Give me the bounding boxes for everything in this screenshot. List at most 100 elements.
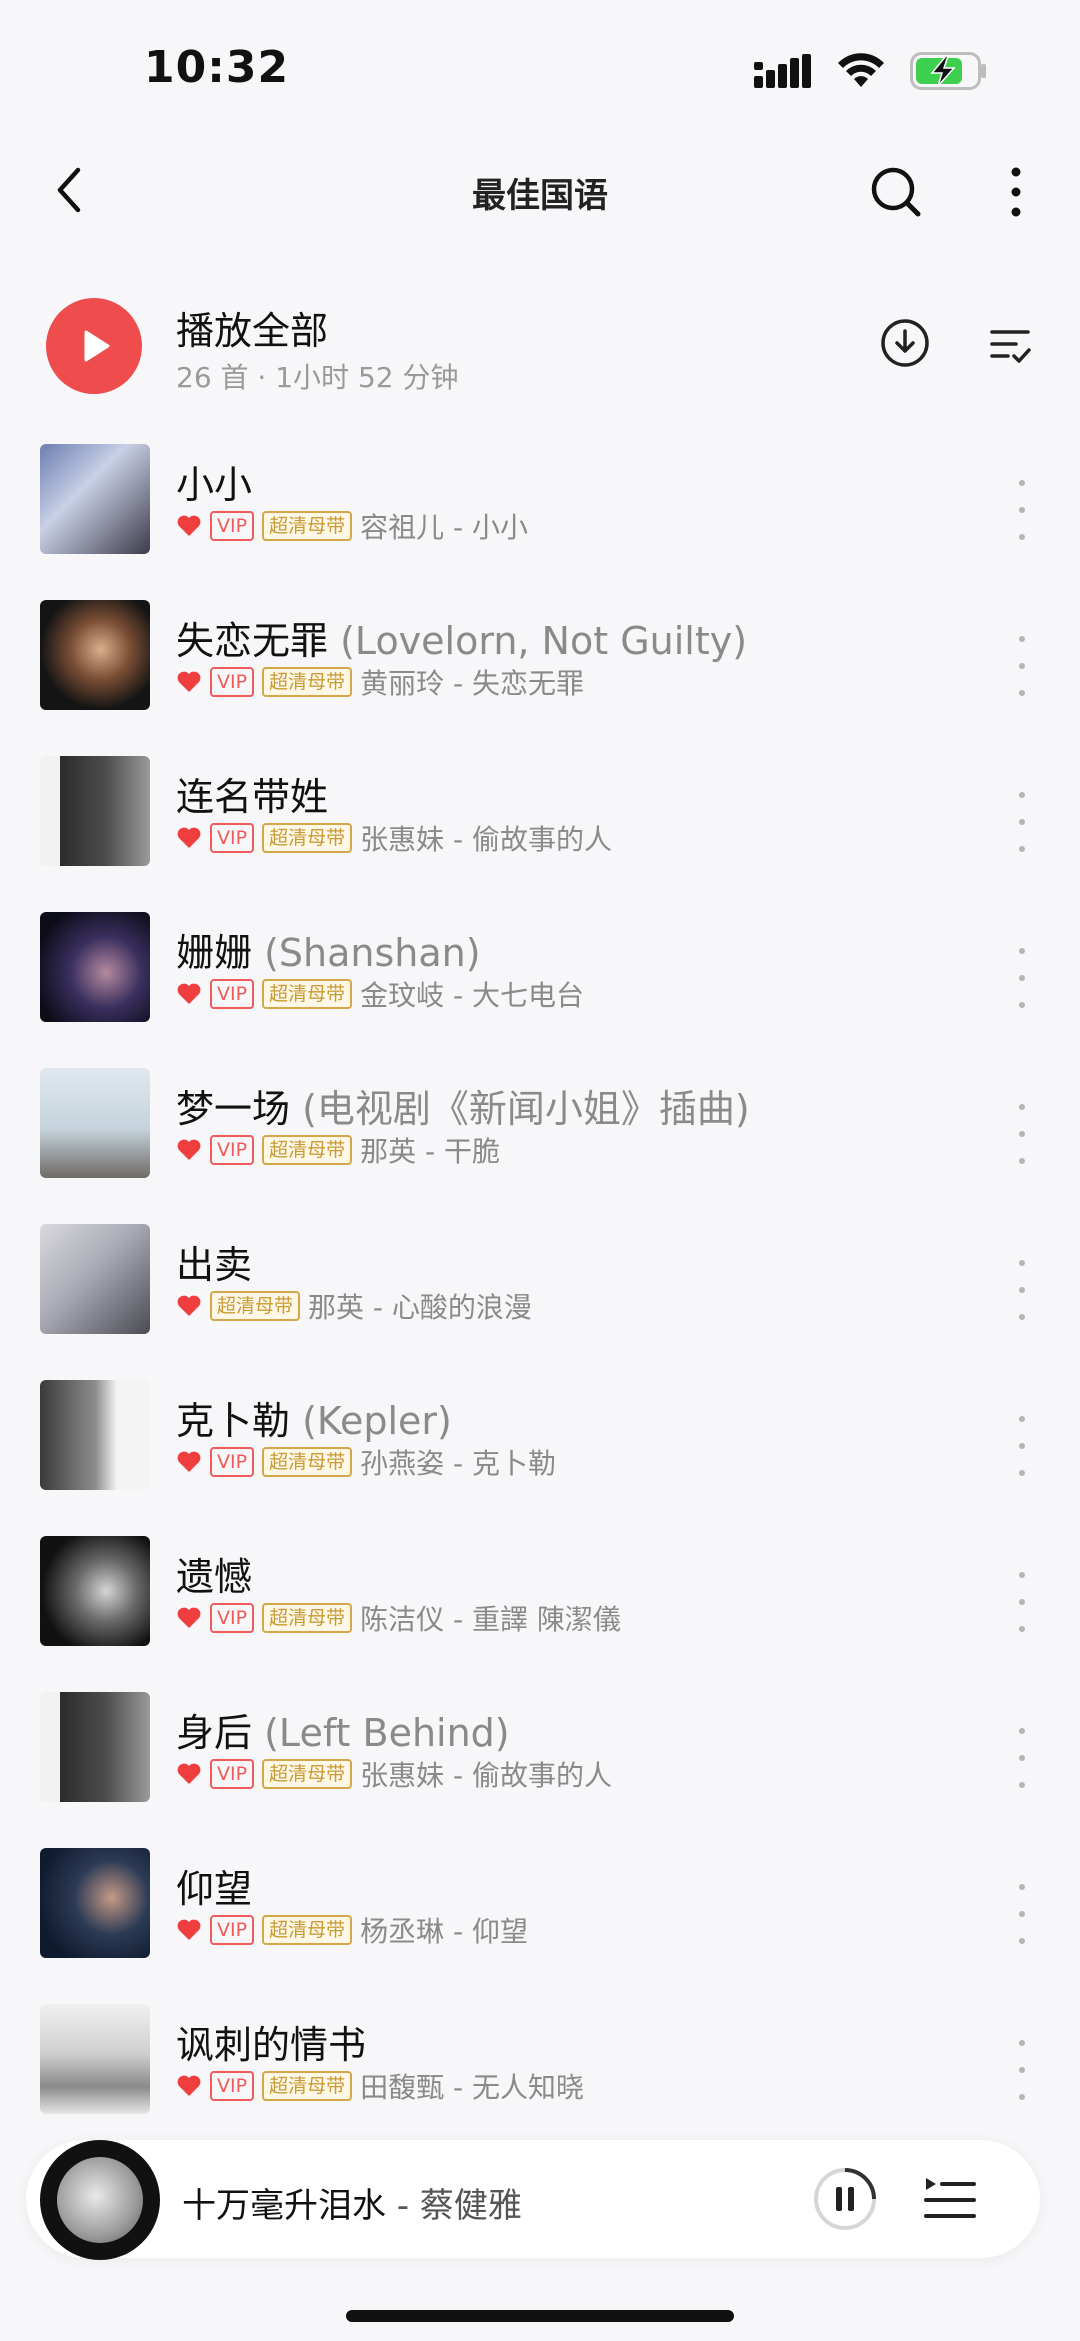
heart-icon[interactable] xyxy=(176,1917,202,1943)
battery-charging-icon xyxy=(910,52,986,90)
album-cover xyxy=(40,444,150,554)
vip-badge: VIP xyxy=(210,979,255,1009)
vip-badge: VIP xyxy=(210,823,255,853)
vip-badge: VIP xyxy=(210,1135,255,1165)
song-meta: VIP 超清母带 黄丽玲 - 失恋无罪 xyxy=(176,666,584,700)
album-cover xyxy=(40,1068,150,1178)
song-row[interactable]: 出卖 超清母带 那英 - 心酸的浪漫 xyxy=(0,1216,1080,1372)
song-meta: VIP 超清母带 孙燕姿 - 克卜勒 xyxy=(176,1446,556,1480)
song-title: 仰望 xyxy=(176,1867,253,1911)
more-options-button[interactable] xyxy=(996,160,1036,224)
album-cover xyxy=(40,1692,150,1802)
album-cover xyxy=(40,600,150,710)
song-title: 姗姗 (Shanshan) xyxy=(176,931,481,975)
home-indicator xyxy=(346,2310,734,2322)
song-list: 小小 VIP 超清母带 容祖儿 - 小小 失恋无罪 (Lovelorn, Not… xyxy=(0,436,1080,2152)
heart-icon[interactable] xyxy=(176,981,202,1007)
song-row[interactable]: 身后 (Left Behind) VIP 超清母带 张惠妹 - 偷故事的人 xyxy=(0,1684,1080,1840)
vip-badge: VIP xyxy=(210,1915,255,1945)
now-playing-disc[interactable] xyxy=(40,2140,160,2260)
song-title: 克卜勒 (Kepler) xyxy=(176,1399,452,1443)
song-title: 失恋无罪 (Lovelorn, Not Guilty) xyxy=(176,619,748,663)
song-more-button[interactable] xyxy=(1010,792,1034,852)
song-meta: VIP 超清母带 容祖儿 - 小小 xyxy=(176,510,528,544)
playlist-queue-button[interactable] xyxy=(922,2170,978,2226)
album-cover xyxy=(40,2004,150,2114)
song-row[interactable]: 梦一场 (电视剧《新闻小姐》插曲) VIP 超清母带 那英 - 干脆 xyxy=(0,1060,1080,1216)
master-quality-badge: 超清母带 xyxy=(262,667,353,697)
master-quality-badge: 超清母带 xyxy=(262,823,353,853)
heart-icon[interactable] xyxy=(176,2073,202,2099)
album-cover xyxy=(40,756,150,866)
song-title: 小小 xyxy=(176,463,253,507)
song-meta: VIP 超清母带 那英 - 干脆 xyxy=(176,1134,500,1168)
song-row[interactable]: 姗姗 (Shanshan) VIP 超清母带 金玟岐 - 大七电台 xyxy=(0,904,1080,1060)
play-all-label: 播放全部 xyxy=(176,309,329,353)
heart-icon[interactable] xyxy=(176,1605,202,1631)
song-row[interactable]: 克卜勒 (Kepler) VIP 超清母带 孙燕姿 - 克卜勒 xyxy=(0,1372,1080,1528)
download-button[interactable] xyxy=(880,318,930,368)
heart-icon[interactable] xyxy=(176,513,202,539)
heart-icon[interactable] xyxy=(176,1449,202,1475)
list-check-icon xyxy=(990,330,1031,363)
heart-icon[interactable] xyxy=(176,1761,202,1787)
artist-album: 孙燕姿 - 克卜勒 xyxy=(360,1447,556,1480)
status-icons xyxy=(754,52,988,90)
heart-icon[interactable] xyxy=(176,825,202,851)
album-cover xyxy=(40,1848,150,1958)
song-more-button[interactable] xyxy=(1010,1884,1034,1944)
vip-badge: VIP xyxy=(210,1447,255,1477)
artist-album: 陈洁仪 - 重譯 陳潔儀 xyxy=(360,1603,621,1636)
more-vertical-icon xyxy=(1011,167,1021,217)
song-more-button[interactable] xyxy=(1010,1104,1034,1164)
artist-album: 杨丞琳 - 仰望 xyxy=(360,1915,528,1948)
song-row[interactable]: 讽刺的情书 VIP 超清母带 田馥甄 - 无人知晓 xyxy=(0,1996,1080,2152)
artist-album: 黄丽玲 - 失恋无罪 xyxy=(360,667,584,700)
song-meta: VIP 超清母带 张惠妹 - 偷故事的人 xyxy=(176,1758,612,1792)
song-more-button[interactable] xyxy=(1010,480,1034,540)
song-row[interactable]: 失恋无罪 (Lovelorn, Not Guilty) VIP 超清母带 黄丽玲… xyxy=(0,592,1080,748)
song-meta: VIP 超清母带 田馥甄 - 无人知晓 xyxy=(176,2070,584,2104)
heart-icon[interactable] xyxy=(176,1137,202,1163)
play-all-button[interactable] xyxy=(46,298,142,394)
song-row[interactable]: 遗憾 VIP 超清母带 陈洁仪 - 重譯 陳潔儀 xyxy=(0,1528,1080,1684)
song-title: 连名带姓 xyxy=(176,775,329,819)
play-icon xyxy=(84,330,110,362)
playlist-stats: 26 首 · 1小时 52 分钟 xyxy=(176,361,459,394)
album-cover xyxy=(40,1380,150,1490)
heart-icon[interactable] xyxy=(176,1293,202,1319)
multi-select-button[interactable] xyxy=(986,320,1034,368)
master-quality-badge: 超清母带 xyxy=(262,1603,353,1633)
song-more-button[interactable] xyxy=(1010,1260,1034,1320)
song-title: 梦一场 (电视剧《新闻小姐》插曲) xyxy=(176,1087,750,1131)
artist-album: 那英 - 干脆 xyxy=(360,1135,500,1168)
now-playing-song: 十万毫升泪水 xyxy=(182,2186,386,2226)
song-row[interactable]: 仰望 VIP 超清母带 杨丞琳 - 仰望 xyxy=(0,1840,1080,1996)
play-all-row[interactable]: 播放全部 26 首 · 1小时 52 分钟 xyxy=(0,290,1080,400)
song-more-button[interactable] xyxy=(1010,636,1034,696)
status-bar: 10:32 xyxy=(0,0,1080,140)
pause-button[interactable] xyxy=(812,2166,878,2232)
artist-album: 那英 - 心酸的浪漫 xyxy=(308,1291,532,1324)
song-meta: VIP 超清母带 张惠妹 - 偷故事的人 xyxy=(176,822,612,856)
vip-badge: VIP xyxy=(210,2071,255,2101)
search-button[interactable] xyxy=(864,160,928,224)
song-more-button[interactable] xyxy=(1010,1416,1034,1476)
vip-badge: VIP xyxy=(210,667,255,697)
song-more-button[interactable] xyxy=(1010,1572,1034,1632)
download-icon xyxy=(881,319,929,367)
master-quality-badge: 超清母带 xyxy=(262,1135,353,1165)
song-row[interactable]: 小小 VIP 超清母带 容祖儿 - 小小 xyxy=(0,436,1080,592)
master-quality-badge: 超清母带 xyxy=(262,2071,353,2101)
song-meta: 超清母带 那英 - 心酸的浪漫 xyxy=(176,1290,532,1324)
master-quality-badge: 超清母带 xyxy=(262,1759,353,1789)
song-more-button[interactable] xyxy=(1010,2040,1034,2100)
mini-player[interactable]: 十万毫升泪水 - 蔡健雅 xyxy=(26,2140,1040,2260)
artist-album: 张惠妹 - 偷故事的人 xyxy=(360,823,612,856)
song-more-button[interactable] xyxy=(1010,948,1034,1008)
song-row[interactable]: 连名带姓 VIP 超清母带 张惠妹 - 偷故事的人 xyxy=(0,748,1080,904)
song-title: 讽刺的情书 xyxy=(176,2023,367,2067)
song-more-button[interactable] xyxy=(1010,1728,1034,1788)
heart-icon[interactable] xyxy=(176,669,202,695)
wifi-icon xyxy=(838,53,884,87)
